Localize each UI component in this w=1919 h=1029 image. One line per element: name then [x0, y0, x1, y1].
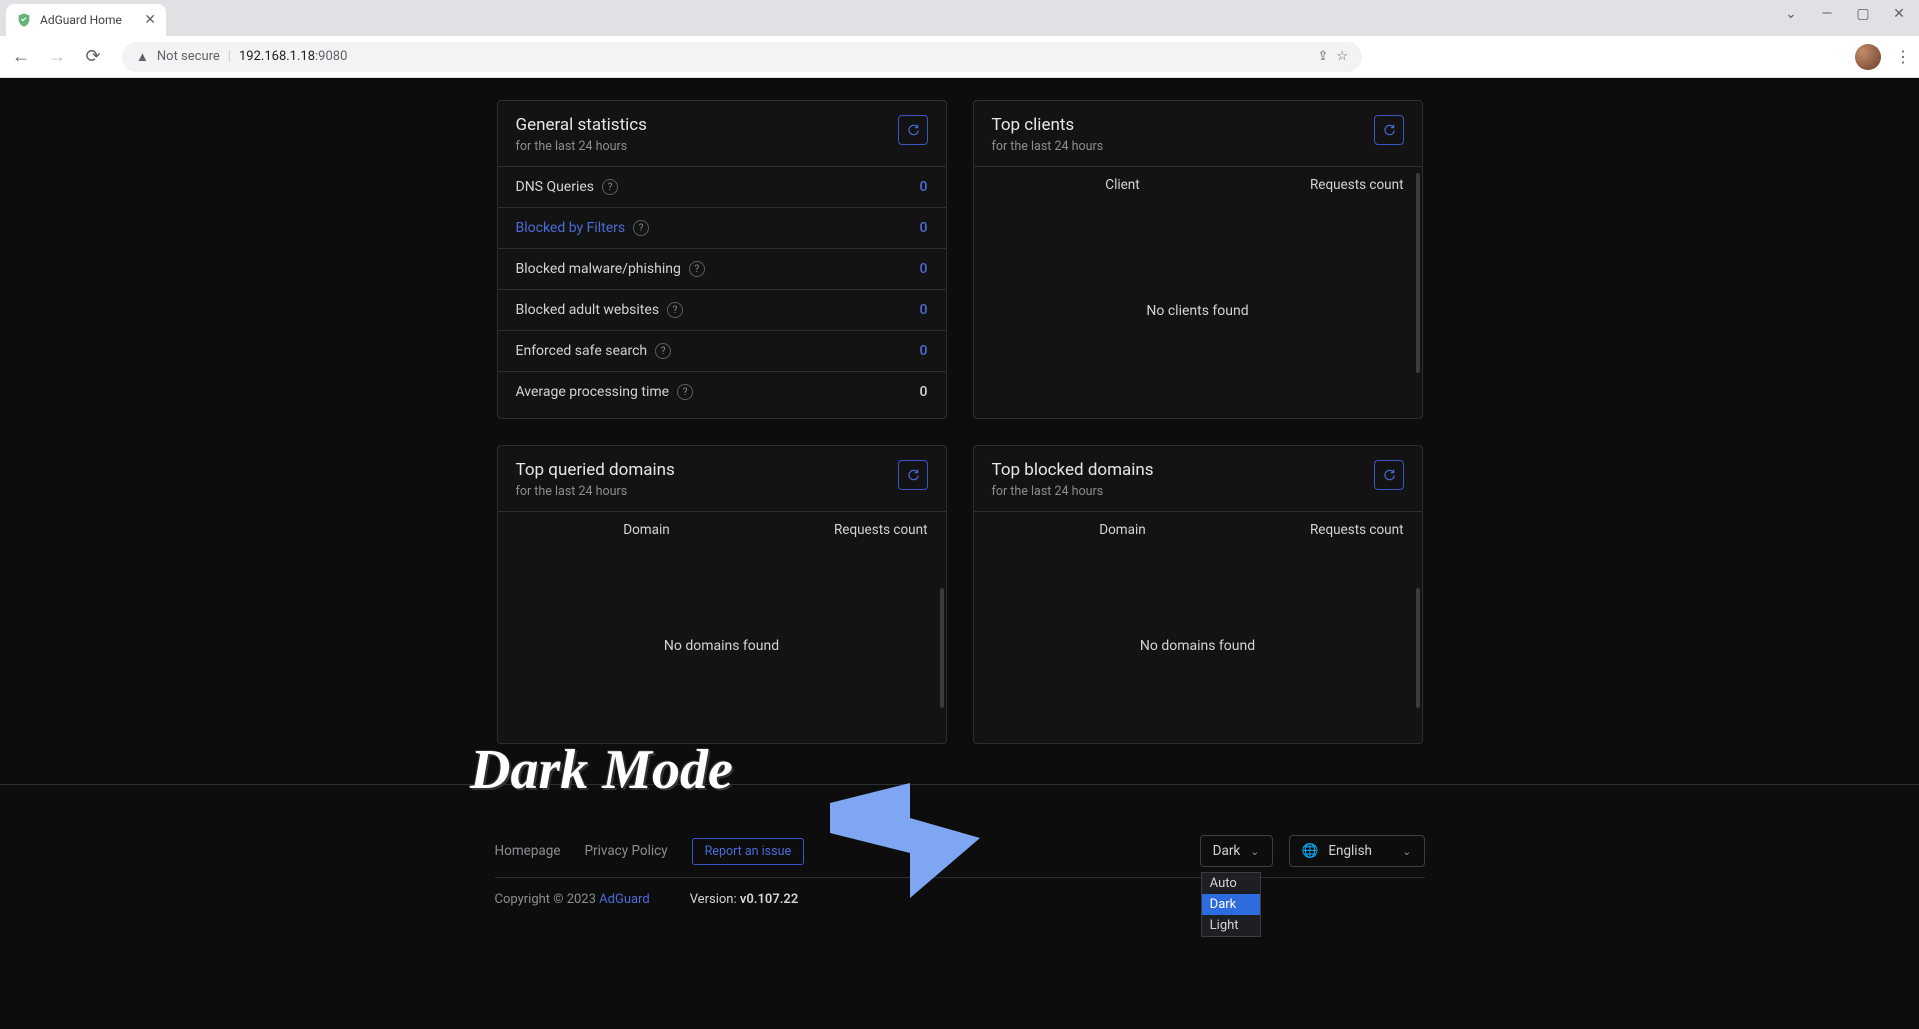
- report-issue-button[interactable]: Report an issue: [692, 838, 804, 865]
- refresh-button[interactable]: [1374, 115, 1404, 145]
- footer-homepage-link[interactable]: Homepage: [495, 843, 561, 859]
- chevron-down-icon: ⌄: [1250, 845, 1259, 858]
- window-minimize-icon[interactable]: —: [1813, 6, 1841, 22]
- scrollbar[interactable]: [940, 588, 944, 708]
- stat-value: 0: [920, 384, 928, 400]
- copyright-text: Copyright © 2023 AdGuard: [495, 892, 650, 907]
- card-title: Top clients: [992, 115, 1104, 135]
- card-title: Top queried domains: [516, 460, 675, 480]
- stat-label: Blocked malware/phishing: [516, 261, 681, 277]
- column-requests: Requests count: [1254, 177, 1404, 193]
- theme-option[interactable]: Auto: [1202, 873, 1260, 894]
- kebab-menu-icon[interactable]: ⋮: [1895, 47, 1911, 66]
- nav-back-icon[interactable]: ←: [8, 46, 34, 67]
- empty-domains-text: No domains found: [1140, 638, 1255, 654]
- address-bar[interactable]: ▲ Not secure | 192.168.1.18:9080 ⇪ ☆: [122, 42, 1362, 72]
- stat-label: DNS Queries: [516, 179, 595, 195]
- chevron-down-icon: ⌄: [1402, 845, 1411, 858]
- help-icon[interactable]: ?: [655, 343, 671, 359]
- chevron-down-icon[interactable]: ⌄: [1777, 6, 1805, 22]
- adguard-shield-icon: [16, 12, 32, 28]
- stat-value: 0: [920, 343, 928, 359]
- url-port: :9080: [315, 49, 347, 64]
- stat-row: Average processing time? 0: [498, 371, 946, 412]
- stat-row: Blocked adult websites? 0: [498, 289, 946, 330]
- window-maximize-icon[interactable]: ▢: [1849, 6, 1877, 22]
- stat-label: Enforced safe search: [516, 343, 648, 359]
- share-icon[interactable]: ⇪: [1317, 49, 1328, 64]
- footer-privacy-link[interactable]: Privacy Policy: [585, 843, 668, 859]
- theme-dropdown: AutoDarkLight: [1201, 872, 1261, 937]
- refresh-icon: [906, 468, 920, 482]
- version-text: Version: v0.107.22: [690, 892, 799, 907]
- help-icon[interactable]: ?: [633, 220, 649, 236]
- column-requests: Requests count: [1254, 522, 1404, 538]
- stat-value: 0: [920, 261, 928, 277]
- help-icon[interactable]: ?: [667, 302, 683, 318]
- nav-forward-icon: →: [44, 46, 70, 67]
- stat-row: Blocked malware/phishing? 0: [498, 248, 946, 289]
- card-subtitle: for the last 24 hours: [992, 484, 1154, 499]
- card-subtitle: for the last 24 hours: [516, 484, 675, 499]
- scrollbar[interactable]: [1416, 588, 1420, 708]
- stat-value: 0: [920, 220, 928, 236]
- not-secure-icon: ▲: [136, 49, 149, 65]
- url-host: 192.168.1.18: [239, 49, 315, 64]
- security-label: Not secure: [157, 49, 220, 64]
- language-selected-label: English: [1328, 843, 1372, 859]
- refresh-button[interactable]: [898, 460, 928, 490]
- column-requests: Requests count: [778, 522, 928, 538]
- tab-close-icon[interactable]: ✕: [144, 12, 156, 28]
- browser-tab[interactable]: AdGuard Home ✕: [6, 4, 166, 36]
- profile-avatar[interactable]: [1855, 44, 1881, 70]
- theme-select[interactable]: Dark ⌄ AutoDarkLight: [1200, 835, 1273, 867]
- stat-label: Blocked adult websites: [516, 302, 660, 318]
- nav-reload-icon[interactable]: ⟳: [80, 46, 106, 67]
- help-icon[interactable]: ?: [677, 384, 693, 400]
- refresh-icon: [906, 123, 920, 137]
- refresh-icon: [1382, 468, 1396, 482]
- language-select[interactable]: 🌐 English ⌄: [1289, 835, 1425, 867]
- empty-clients-text: No clients found: [1146, 303, 1248, 319]
- card-subtitle: for the last 24 hours: [992, 139, 1104, 154]
- bookmark-star-icon[interactable]: ☆: [1336, 49, 1348, 64]
- card-subtitle: for the last 24 hours: [516, 139, 647, 154]
- card-top-blocked-domains: Top blocked domains for the last 24 hour…: [973, 445, 1423, 744]
- card-title: General statistics: [516, 115, 647, 135]
- refresh-icon: [1382, 123, 1396, 137]
- card-general-statistics: General statistics for the last 24 hours…: [497, 100, 947, 419]
- help-icon[interactable]: ?: [602, 179, 618, 195]
- scrollbar[interactable]: [1416, 173, 1420, 373]
- theme-option[interactable]: Dark: [1202, 894, 1260, 915]
- theme-selected-label: Dark: [1213, 843, 1241, 859]
- adguard-link[interactable]: AdGuard: [599, 892, 650, 907]
- card-top-clients: Top clients for the last 24 hours Client…: [973, 100, 1423, 419]
- tab-title: AdGuard Home: [40, 13, 122, 27]
- stat-value: 0: [920, 302, 928, 318]
- theme-option[interactable]: Light: [1202, 915, 1260, 936]
- stat-label: Average processing time: [516, 384, 670, 400]
- help-icon[interactable]: ?: [689, 261, 705, 277]
- column-client: Client: [992, 177, 1254, 193]
- stat-row: Blocked by Filters? 0: [498, 207, 946, 248]
- globe-icon: 🌐: [1302, 843, 1319, 859]
- card-title: Top blocked domains: [992, 460, 1154, 480]
- column-domain: Domain: [992, 522, 1254, 538]
- card-top-queried-domains: Top queried domains for the last 24 hour…: [497, 445, 947, 744]
- stat-row: DNS Queries? 0: [498, 166, 946, 207]
- empty-domains-text: No domains found: [664, 638, 779, 654]
- stat-label[interactable]: Blocked by Filters: [516, 220, 626, 236]
- refresh-button[interactable]: [1374, 460, 1404, 490]
- stat-row: Enforced safe search? 0: [498, 330, 946, 371]
- column-domain: Domain: [516, 522, 778, 538]
- stat-value: 0: [920, 179, 928, 195]
- refresh-button[interactable]: [898, 115, 928, 145]
- window-close-icon[interactable]: ✕: [1885, 6, 1913, 22]
